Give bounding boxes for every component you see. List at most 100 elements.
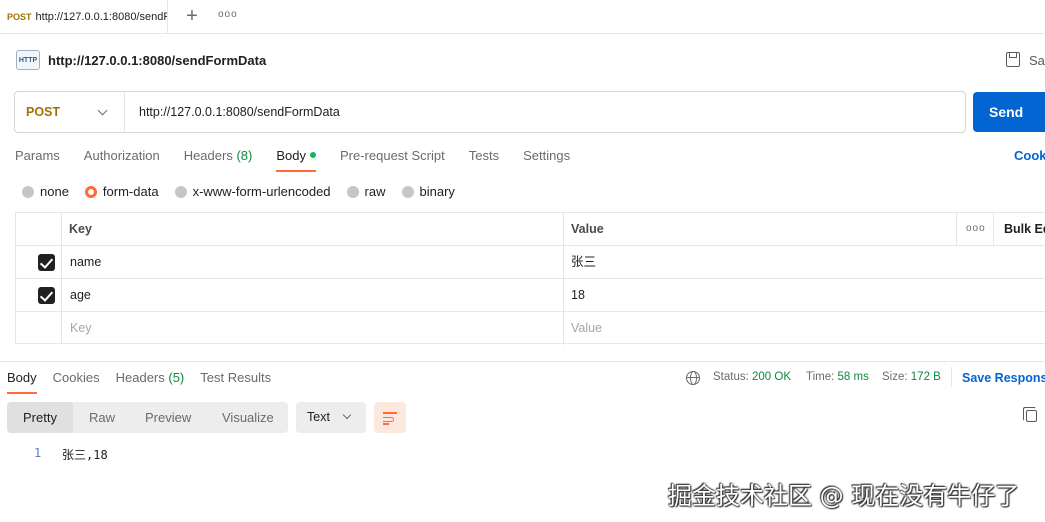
radio-urlencoded[interactable]: x-www-form-urlencoded xyxy=(174,184,331,199)
response-tab-test-results-label: Test Results xyxy=(200,370,272,385)
radio-form-data[interactable]: form-data xyxy=(84,184,159,199)
chevron-down-icon xyxy=(342,410,352,420)
radio-binary[interactable]: binary xyxy=(401,184,455,199)
table-header-row: Key Value ooo Bulk Ed xyxy=(16,213,1045,246)
request-tab-method: POST xyxy=(7,12,32,22)
tab-tests-label: Tests xyxy=(468,148,500,163)
table-row: name 张三 xyxy=(16,246,1045,279)
row-value[interactable]: 18 xyxy=(571,279,585,311)
format-select[interactable]: Text xyxy=(296,402,366,433)
plus-icon[interactable]: + xyxy=(182,6,202,26)
tab-strip: POST http://127.0.0.1:8080/sendFormData … xyxy=(0,0,1045,34)
size-value: 172 B xyxy=(910,371,941,383)
tab-body-label: Body xyxy=(276,148,306,163)
status-info[interactable]: Status: 200 OK xyxy=(713,371,791,383)
cookies-link[interactable]: Cook xyxy=(1014,148,1045,163)
status-value: 200 OK xyxy=(752,371,792,383)
divider xyxy=(951,367,952,387)
row-checkbox[interactable] xyxy=(38,287,55,304)
form-data-table: Key Value ooo Bulk Ed name 张三 age 18 Key… xyxy=(15,212,1045,345)
tab-headers[interactable]: Headers (8) xyxy=(184,148,253,172)
response-tab-cookies[interactable]: Cookies xyxy=(53,370,100,394)
table-row: age 18 xyxy=(16,279,1045,312)
value-column-header: Value xyxy=(571,222,604,236)
tab-body[interactable]: Body xyxy=(276,148,316,172)
time-label: Time: xyxy=(806,371,835,383)
row-checkbox[interactable] xyxy=(38,254,55,271)
radio-raw[interactable]: raw xyxy=(346,184,386,199)
row-key[interactable]: age xyxy=(70,279,91,311)
bulk-edit-button[interactable]: Bulk Ed xyxy=(1004,213,1045,245)
wrap-line xyxy=(383,423,389,425)
more-options-icon[interactable]: ooo xyxy=(966,213,986,245)
request-tab-url: http://127.0.0.1:8080/sendFormData xyxy=(35,11,167,23)
radio-circle xyxy=(401,185,414,198)
view-raw-button[interactable]: Raw xyxy=(89,402,115,433)
radio-none-label: none xyxy=(40,184,69,199)
save-response-button[interactable]: Save Respons xyxy=(962,371,1045,385)
request-tabs: Params Authorization Headers (8) Body Pr… xyxy=(15,148,594,172)
response-tab-body-label: Body xyxy=(7,370,37,385)
save-icon[interactable] xyxy=(1006,52,1020,67)
radio-circle xyxy=(174,185,187,198)
tab-prerequest-label: Pre-request Script xyxy=(339,148,445,163)
response-tabs: Body Cookies Headers (5) Test Results xyxy=(7,370,287,394)
watermark: 掘金技术社区 @ 现在没有牛仔了 xyxy=(668,482,1020,510)
body-indicator-dot xyxy=(309,152,316,158)
response-view-segmented-control: Pretty Raw Preview Visualize xyxy=(7,402,288,433)
request-title[interactable]: http://127.0.0.1:8080/sendFormData xyxy=(48,53,266,68)
radio-raw-label: raw xyxy=(364,184,386,199)
tab-params-label: Params xyxy=(15,148,60,163)
wrap-lines-icon[interactable] xyxy=(374,402,406,433)
more-options-icon[interactable]: ooo xyxy=(218,9,238,20)
send-button[interactable]: Send xyxy=(973,92,1045,132)
copy-icon[interactable] xyxy=(1023,407,1037,422)
line-content: 张三,18 xyxy=(62,448,108,462)
response-tab-cookies-label: Cookies xyxy=(52,370,100,385)
value-input-placeholder[interactable]: Value xyxy=(571,312,602,344)
size-label: Size: xyxy=(882,371,908,383)
status-label: Status: xyxy=(713,371,749,383)
http-icon: HTTP xyxy=(16,50,40,70)
wrap-line xyxy=(383,417,394,422)
time-info[interactable]: Time: 58 ms xyxy=(806,371,869,383)
wrap-line xyxy=(383,412,397,414)
line-number: 1 xyxy=(34,446,42,460)
headers-count: (8) xyxy=(236,148,253,163)
body-type-radios: none form-data x-www-form-urlencoded raw… xyxy=(22,184,471,199)
format-select-value: Text xyxy=(307,410,330,424)
response-tab-test-results[interactable]: Test Results xyxy=(200,370,271,394)
response-tab-body[interactable]: Body xyxy=(7,370,37,394)
radio-form-data-label: form-data xyxy=(102,184,159,199)
response-divider xyxy=(0,361,1045,362)
view-preview-button[interactable]: Preview xyxy=(145,402,191,433)
tab-params[interactable]: Params xyxy=(15,148,60,172)
tab-authorization-label: Authorization xyxy=(83,148,160,163)
key-column-header: Key xyxy=(69,222,92,236)
radio-none[interactable]: none xyxy=(22,184,69,199)
save-button[interactable]: Sav xyxy=(1029,53,1045,68)
radio-urlencoded-label: x-www-form-urlencoded xyxy=(192,184,331,199)
time-value: 58 ms xyxy=(837,371,869,383)
method-select[interactable]: POST xyxy=(15,92,125,132)
key-input-placeholder[interactable]: Key xyxy=(70,312,92,344)
tab-prerequest-script[interactable]: Pre-request Script xyxy=(340,148,445,172)
url-bar: POST xyxy=(14,91,966,133)
radio-circle xyxy=(22,185,34,198)
tab-tests[interactable]: Tests xyxy=(469,148,499,172)
method-label: POST xyxy=(26,105,61,119)
size-info[interactable]: Size: 172 B xyxy=(882,371,941,383)
tab-headers-label: Headers xyxy=(183,148,233,163)
row-key[interactable]: name xyxy=(70,246,101,278)
tab-authorization[interactable]: Authorization xyxy=(84,148,160,172)
request-tab[interactable]: POST http://127.0.0.1:8080/sendFormData xyxy=(0,0,168,34)
response-tab-headers[interactable]: Headers (5) xyxy=(116,370,185,394)
view-visualize-button[interactable]: Visualize xyxy=(222,402,274,433)
globe-icon[interactable] xyxy=(686,371,700,385)
url-input[interactable] xyxy=(139,92,939,132)
response-tab-headers-label: Headers xyxy=(115,370,165,385)
row-value[interactable]: 张三 xyxy=(571,246,596,278)
tab-settings[interactable]: Settings xyxy=(523,148,570,172)
view-pretty-button[interactable]: Pretty xyxy=(7,402,73,433)
table-row-empty: Key Value xyxy=(16,312,1045,345)
